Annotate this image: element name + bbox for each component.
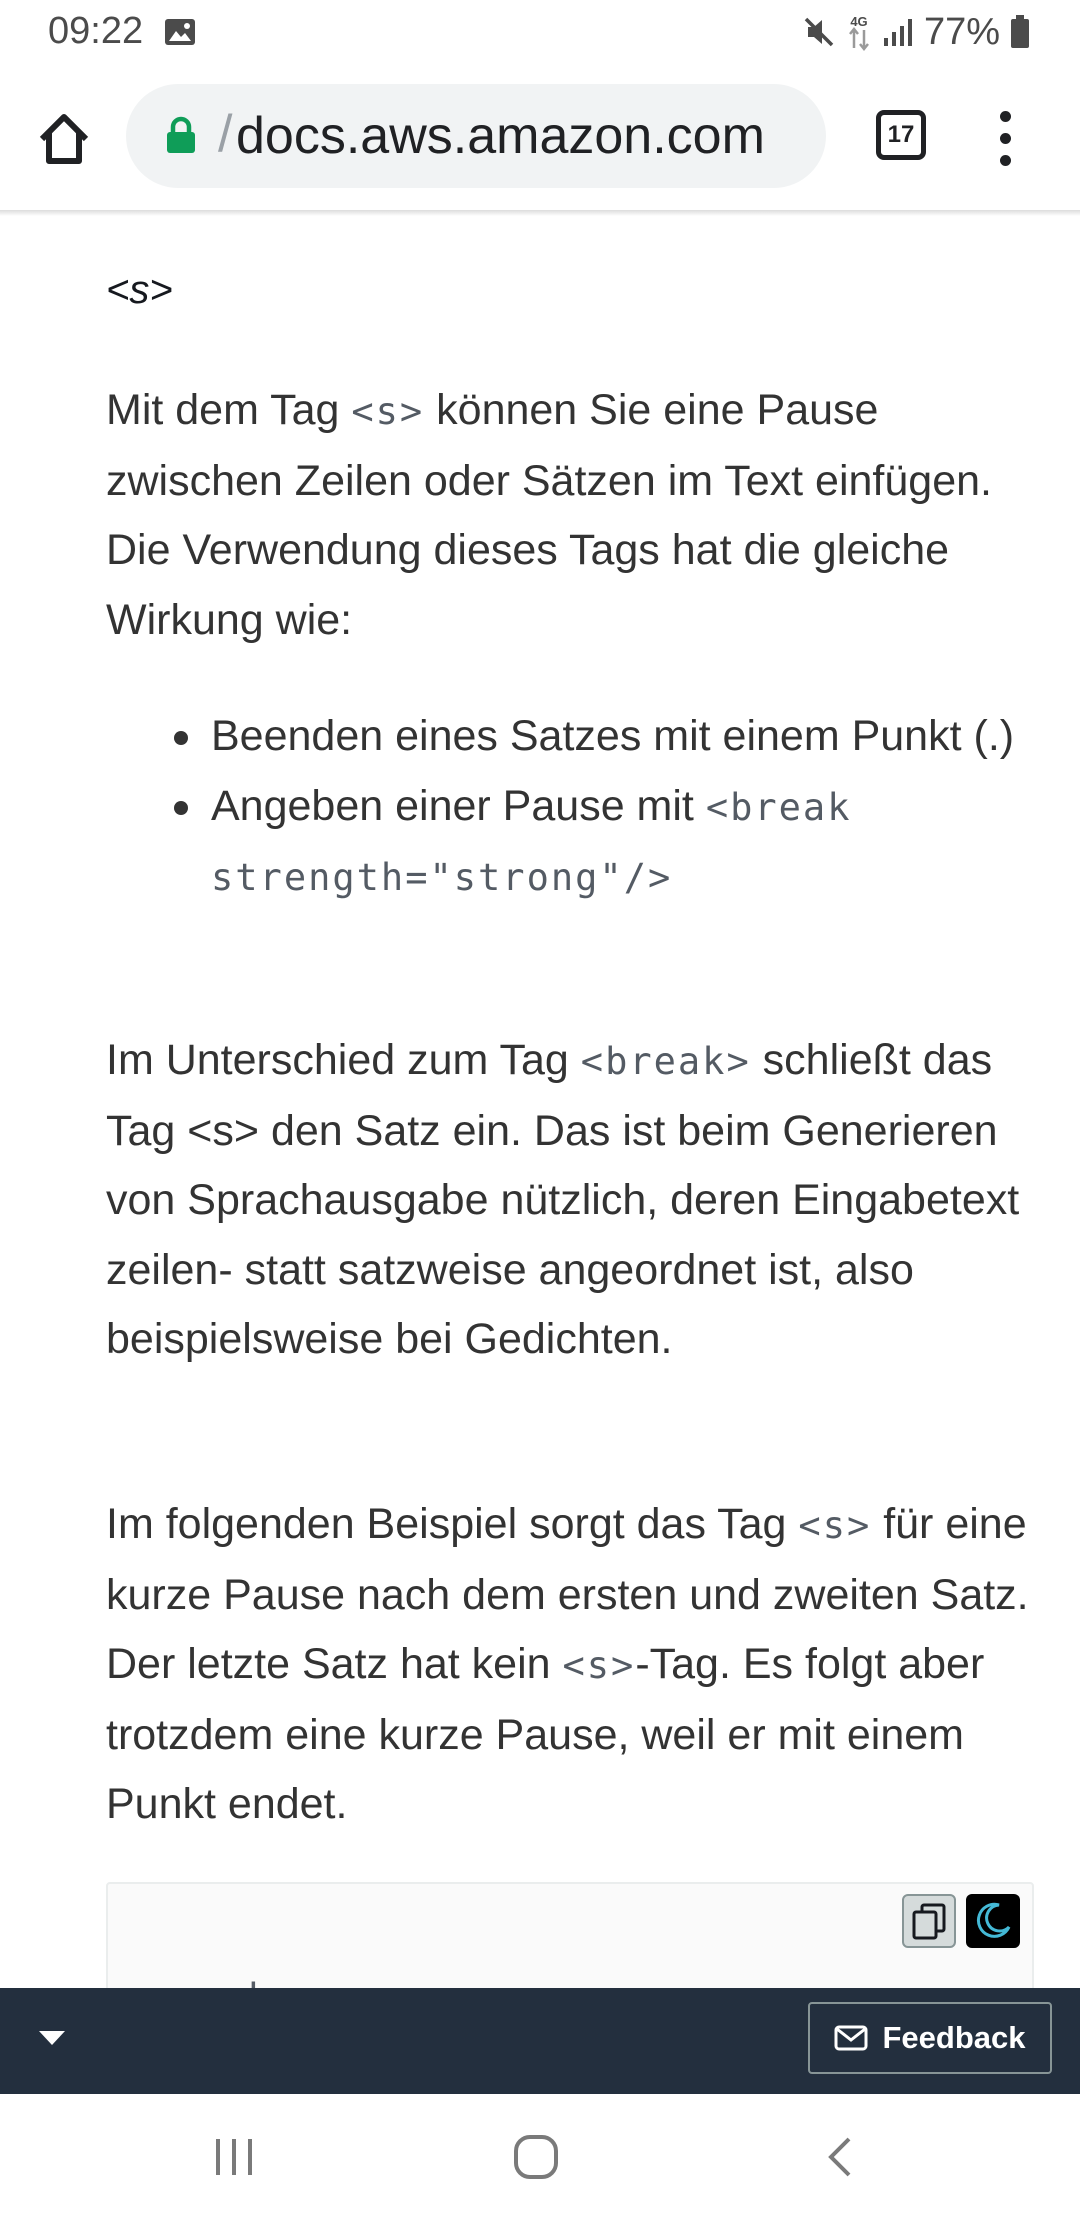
collapse-button[interactable] — [30, 2016, 74, 2060]
system-nav-bar — [0, 2094, 1080, 2220]
paragraph-example: Im folgenden Beispiel sorgt das Tag <s> … — [106, 1490, 1046, 1840]
bullet-1-text: Beenden eines Satzes mit einem Punkt (.) — [211, 712, 1015, 760]
more-vert-icon[interactable] — [980, 98, 1030, 178]
para1-code-s: <s> — [351, 390, 425, 433]
feedback-button[interactable]: Feedback — [808, 2002, 1052, 2074]
battery-percentage: 77% — [923, 10, 1000, 53]
para3-code-s: <s> — [798, 1504, 872, 1547]
url-text: docs.aws.amazon.com — [236, 107, 765, 165]
menu-dot — [999, 154, 1011, 166]
status-bar: 09:22 4G 77% — [0, 0, 1080, 68]
feedback-label: Feedback — [882, 2020, 1026, 2055]
lock-icon — [167, 116, 195, 153]
menu-dot — [999, 110, 1011, 122]
home-nav-button[interactable] — [496, 2124, 576, 2190]
chevron-down-icon — [39, 2031, 65, 2045]
para2-text-2: schließt das Tag <s> den Satz ein. Das i… — [106, 1036, 1020, 1363]
menu-dot — [999, 132, 1011, 144]
status-icons: 4G 77% — [802, 10, 1030, 54]
copy-icon — [912, 1903, 946, 1940]
feedback-bar: Feedback — [0, 1988, 1080, 2094]
status-time: 09:22 — [48, 10, 144, 52]
home-button[interactable] — [30, 105, 98, 173]
list-item: Beenden eines Satzes mit einem Punkt (.) — [150, 702, 1050, 772]
para3-code-s-2: <s> — [562, 1644, 636, 1687]
browser-toolbar: / docs.aws.amazon.com 17 — [0, 68, 1080, 210]
paragraph-intro: Mit dem Tag <s> können Sie eine Pause zw… — [106, 376, 1046, 655]
dark-mode-toggle-button[interactable] — [966, 1894, 1020, 1948]
recents-icon — [216, 2139, 252, 2175]
para1-text-1: Mit dem Tag — [106, 386, 352, 434]
page-content[interactable]: <s> Mit dem Tag <s> können Sie eine Paus… — [0, 216, 1080, 1988]
mute-icon — [804, 17, 834, 47]
code-block[interactable]: <speak> — [106, 1882, 1034, 1988]
battery-icon — [1011, 15, 1029, 48]
para2-text-1: Im Unterschied zum Tag — [106, 1036, 581, 1084]
bullet-dot — [174, 731, 188, 745]
home-circle-icon — [514, 2135, 558, 2179]
moon-icon — [976, 1902, 1011, 1938]
code-line: <speak> — [126, 1976, 296, 1988]
gallery-icon — [165, 19, 195, 45]
back-button[interactable] — [800, 2124, 880, 2190]
para3-text-1: Im folgenden Beispiel sorgt das Tag — [106, 1500, 799, 1548]
para2-code-break: <break> — [580, 1040, 751, 1083]
tab-switcher-button[interactable]: 17 — [876, 110, 926, 160]
mail-icon — [834, 2025, 868, 2051]
recents-button[interactable] — [194, 2124, 274, 2190]
copy-button[interactable] — [902, 1894, 956, 1948]
list-item: Angeben einer Pause mit <break strength=… — [150, 772, 1050, 913]
bullet-2-text: Angeben einer Pause mit — [211, 781, 706, 830]
address-bar[interactable]: / docs.aws.amazon.com — [126, 84, 826, 188]
signal-icon — [883, 19, 912, 46]
back-icon — [828, 2137, 851, 2177]
bullet-list: Beenden eines Satzes mit einem Punkt (.)… — [150, 702, 1050, 913]
tag-heading: <s> — [106, 268, 173, 312]
paragraph-break-comparison: Im Unterschied zum Tag <break> schließt … — [106, 1026, 1046, 1375]
bullet-dot — [174, 800, 188, 815]
tab-count: 17 — [887, 121, 915, 148]
url-prefix: / — [218, 105, 233, 163]
home-icon — [39, 114, 89, 164]
network-type-label: 4G — [850, 14, 867, 29]
data-arrows-icon: 4G — [848, 14, 869, 52]
